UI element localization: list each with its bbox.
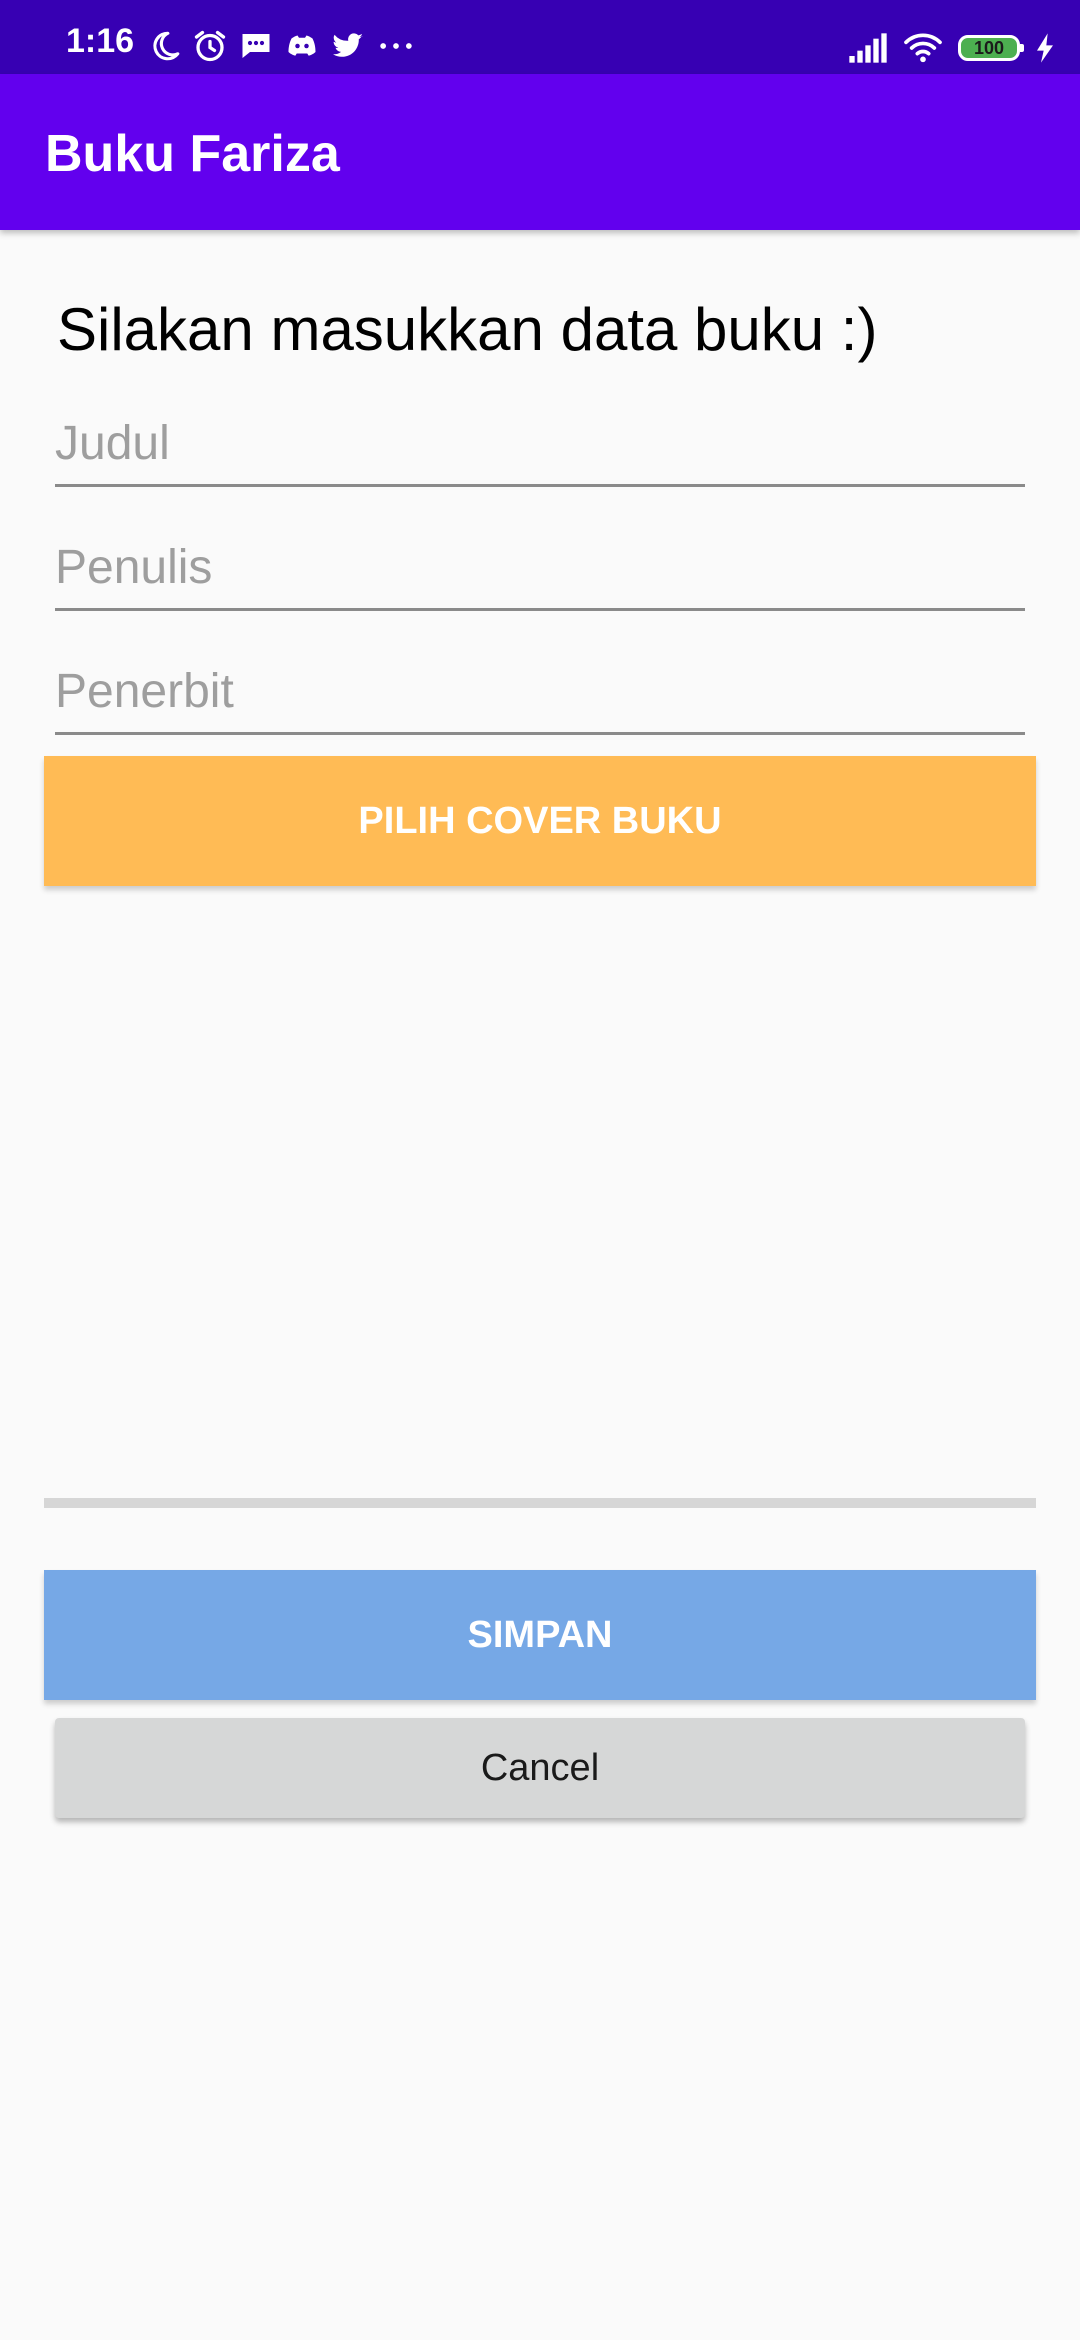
cover-divider <box>44 1498 1036 1508</box>
wifi-icon <box>902 31 944 65</box>
author-input[interactable] <box>55 534 1025 611</box>
alarm-icon <box>192 28 228 64</box>
system-icons: 100 <box>848 28 1056 68</box>
form-heading: Silakan masukkan data buku :) <box>57 296 878 363</box>
discord-icon <box>284 28 320 64</box>
signal-icon <box>848 32 888 64</box>
status-time: 1:16 <box>66 22 135 60</box>
publisher-input[interactable] <box>55 658 1025 735</box>
app-title: Buku Fariza <box>45 125 340 183</box>
message-icon <box>238 28 274 64</box>
app-bar: Buku Fariza <box>0 74 1080 230</box>
cover-image-preview <box>44 900 1036 1498</box>
more-icon <box>376 28 416 64</box>
charging-icon <box>1034 32 1056 64</box>
battery-icon: 100 <box>958 35 1024 61</box>
title-input[interactable] <box>55 410 1025 487</box>
moon-icon <box>148 29 182 63</box>
status-bar: 1:16 100 <box>0 0 1080 74</box>
save-button[interactable]: SIMPAN <box>44 1570 1036 1700</box>
battery-level: 100 <box>973 37 1005 58</box>
cancel-button[interactable]: Cancel <box>55 1718 1025 1818</box>
twitter-icon <box>330 28 366 64</box>
notification-icons <box>148 26 416 66</box>
choose-cover-button[interactable]: PILIH COVER BUKU <box>44 756 1036 886</box>
